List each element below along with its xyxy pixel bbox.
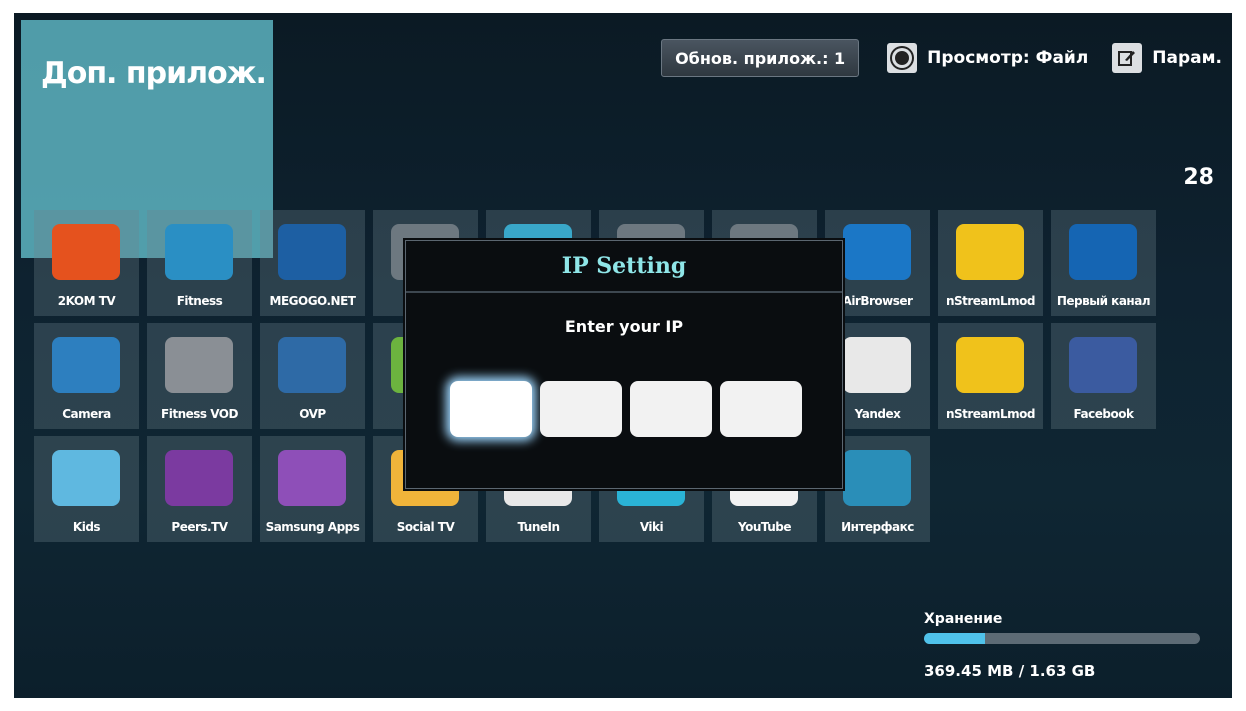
ip-octet-4-input[interactable]: [720, 381, 802, 437]
ip-octet-1-input[interactable]: [450, 381, 532, 437]
app-icon: [843, 337, 911, 393]
app-label: MEGOGO.NET: [269, 294, 356, 308]
app-icon: [52, 450, 120, 506]
dialog-prompt: Enter your IP: [564, 317, 684, 336]
app-icon: [1069, 337, 1137, 393]
edit-icon[interactable]: [1112, 43, 1143, 73]
ip-input-row: [450, 381, 802, 437]
app-icon: [278, 337, 346, 393]
app-label: Первый канал: [1056, 294, 1151, 308]
storage-bar: [924, 633, 1200, 644]
app-label: Fitness VOD: [161, 407, 238, 421]
app-tile[interactable]: MEGOGO.NET: [260, 210, 365, 316]
app-tile[interactable]: Camera: [34, 323, 139, 429]
app-label: nStreamLmod: [945, 407, 1036, 421]
app-label: Kids: [72, 520, 101, 534]
view-mode-icon[interactable]: [887, 43, 918, 73]
app-tile[interactable]: OVP: [260, 323, 365, 429]
settings-label[interactable]: Парам.: [1152, 48, 1222, 68]
ip-setting-dialog: IP Setting Enter your IP: [405, 240, 843, 489]
app-icon: [165, 337, 233, 393]
app-tile[interactable]: Fitness: [147, 210, 252, 316]
app-tile[interactable]: nStreamLmod: [938, 210, 1043, 316]
app-label: YouTube: [737, 520, 792, 534]
view-mode-label[interactable]: Просмотр: Файл: [927, 48, 1088, 68]
app-tile[interactable]: Facebook: [1051, 323, 1156, 429]
tv-screen: Доп. прилож. Обнов. прилож.: 1 Просмотр:…: [14, 13, 1232, 698]
ip-octet-2-input[interactable]: [540, 381, 622, 437]
app-tile[interactable]: Samsung Apps: [260, 436, 365, 542]
app-icon: [165, 450, 233, 506]
app-icon: [1069, 224, 1137, 280]
app-label: Fitness: [176, 294, 223, 308]
app-label: Facebook: [1073, 407, 1134, 421]
app-icon: [52, 337, 120, 393]
page-title: Доп. прилож.: [41, 56, 267, 91]
app-tile[interactable]: nStreamLmod: [938, 323, 1043, 429]
app-tile[interactable]: 2KOM TV: [34, 210, 139, 316]
top-bar: Обнов. прилож.: 1 Просмотр: Файл Парам.: [661, 38, 1222, 78]
app-label: Camera: [62, 407, 111, 421]
dialog-title: IP Setting: [406, 241, 842, 293]
app-icon: [843, 224, 911, 280]
app-tile[interactable]: Kids: [34, 436, 139, 542]
app-label: TuneIn: [517, 520, 560, 534]
app-label: nStreamLmod: [945, 294, 1036, 308]
app-icon: [52, 224, 120, 280]
app-icon: [278, 450, 346, 506]
storage-panel: Хранение 369.45 MB / 1.63 GB: [924, 611, 1204, 680]
app-icon: [956, 337, 1024, 393]
update-apps-button[interactable]: Обнов. прилож.: 1: [661, 39, 860, 77]
app-label: Peers.TV: [171, 520, 228, 534]
app-label: Samsung Apps: [265, 520, 360, 534]
app-tile[interactable]: Peers.TV: [147, 436, 252, 542]
app-label: Интерфакс: [841, 520, 914, 534]
app-tile[interactable]: Первый канал: [1051, 210, 1156, 316]
app-label: 2KOM TV: [57, 294, 116, 308]
app-count: 28: [1183, 165, 1214, 190]
storage-value: 369.45 MB / 1.63 GB: [924, 662, 1096, 680]
storage-label: Хранение: [924, 611, 1003, 627]
app-icon: [956, 224, 1024, 280]
app-icon: [165, 224, 233, 280]
app-label: Viki: [639, 520, 664, 534]
ip-octet-3-input[interactable]: [630, 381, 712, 437]
app-tile[interactable]: Fitness VOD: [147, 323, 252, 429]
app-label: Social TV: [396, 520, 455, 534]
app-icon: [278, 224, 346, 280]
app-label: OVP: [299, 407, 326, 421]
storage-bar-fill: [924, 633, 985, 644]
app-icon: [843, 450, 911, 506]
